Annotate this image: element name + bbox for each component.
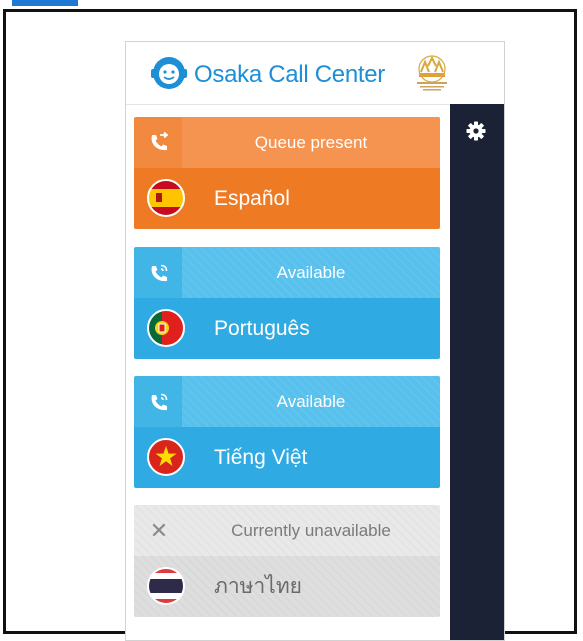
close-icon: ✕ [149, 518, 169, 543]
language-row: Español [134, 168, 440, 229]
language-row: ภาษาไทย [134, 556, 440, 617]
screenshot-frame: Osaka Call Center Queue present Español … [3, 9, 577, 641]
status-text: Available [182, 376, 440, 427]
header: Osaka Call Center [126, 42, 504, 105]
status-text: Currently unavailable [231, 521, 391, 540]
vietnam-flag-icon [147, 438, 185, 476]
status-row: Available [134, 247, 440, 298]
status-row: Available [134, 376, 440, 427]
language-row: Tiếng Việt [134, 427, 440, 488]
language-card-thai[interactable]: ✕ Currently unavailable ภาษาไทย [134, 505, 440, 617]
status-text: Queue present [182, 117, 440, 168]
phone-forward-icon [151, 132, 169, 151]
app-screen: Osaka Call Center Queue present Español … [125, 41, 505, 641]
language-card-portuguese[interactable]: Available Português [134, 247, 440, 359]
language-name: Português [214, 317, 310, 340]
gear-icon[interactable] [466, 121, 486, 141]
phone-ringing-icon [151, 264, 168, 282]
phone-ringing-icon [151, 393, 168, 411]
status-text: Available [182, 247, 440, 298]
language-name: Tiếng Việt [214, 446, 308, 469]
smiling-face-headset-icon [151, 57, 187, 89]
status-row: ✕ Currently unavailable [134, 505, 440, 556]
thailand-flag-icon [147, 567, 185, 605]
osaka-city-emblem-icon [417, 55, 447, 91]
language-card-vietnamese[interactable]: Available Tiếng Việt [134, 376, 440, 488]
status-row: Queue present [134, 117, 440, 168]
language-name: ภาษาไทย [214, 575, 302, 598]
language-name: Español [214, 187, 290, 210]
language-row: Português [134, 298, 440, 359]
top-accent-strip [12, 0, 78, 6]
brand-name: Osaka Call Center [194, 61, 385, 88]
portugal-flag-icon [147, 309, 185, 347]
language-card-spanish[interactable]: Queue present Español [134, 117, 440, 229]
spain-flag-icon [147, 179, 185, 217]
settings-sidebar [450, 104, 504, 640]
